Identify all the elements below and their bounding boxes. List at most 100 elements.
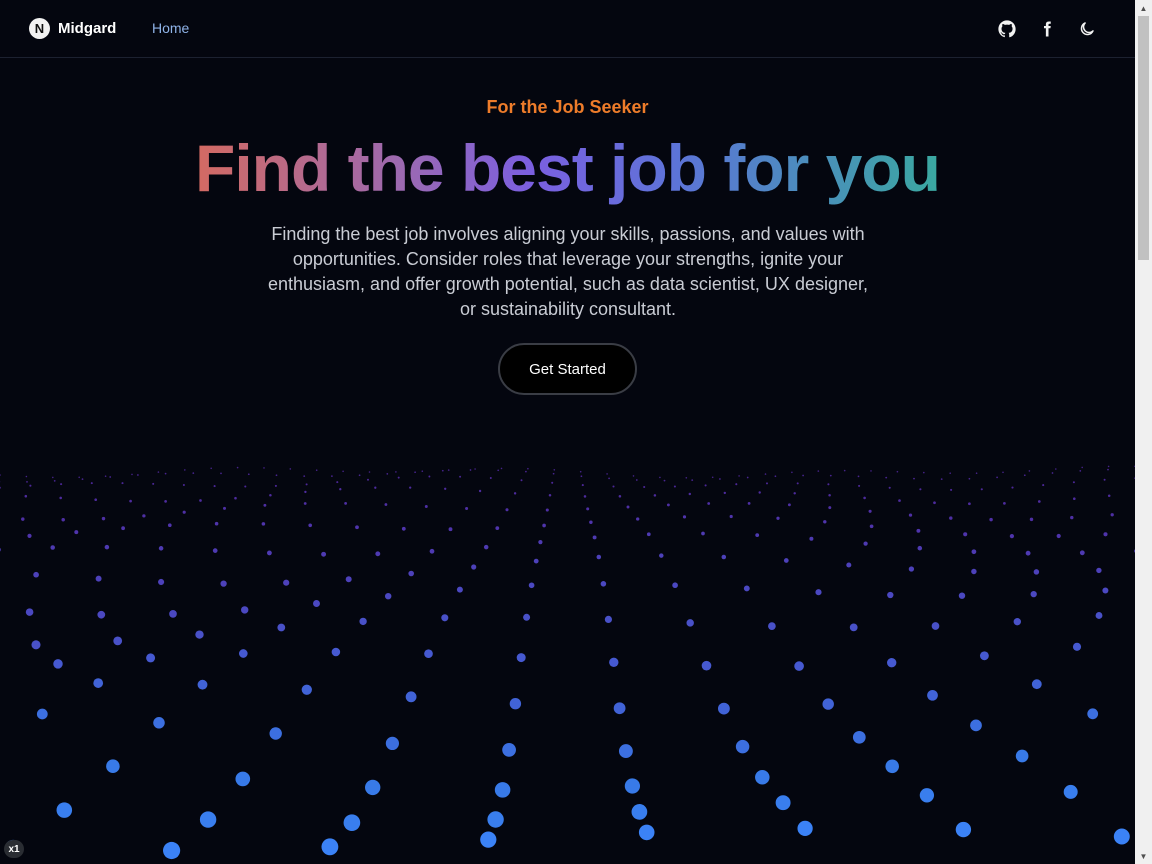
particle-dot bbox=[653, 494, 657, 497]
brand[interactable]: N Midgard bbox=[29, 18, 116, 39]
particle-dot bbox=[263, 467, 265, 469]
particle-dot bbox=[131, 473, 133, 476]
particle-dot bbox=[97, 610, 106, 619]
particle-dot bbox=[1029, 517, 1034, 522]
particle-dot bbox=[968, 502, 971, 506]
particle-dot bbox=[414, 471, 416, 474]
particle-dot bbox=[21, 517, 25, 521]
particle-dot bbox=[609, 657, 619, 667]
particle-dot bbox=[822, 698, 834, 710]
particle-dot bbox=[776, 516, 780, 520]
particle-dot bbox=[401, 526, 406, 531]
particle-dot bbox=[796, 482, 799, 485]
particle-dot bbox=[184, 469, 186, 471]
particle-dot bbox=[0, 474, 1, 476]
particle-dot bbox=[592, 535, 597, 540]
scroll-down-arrow-icon[interactable]: ▼ bbox=[1135, 848, 1152, 864]
particle-dot bbox=[409, 486, 412, 489]
particle-dot bbox=[459, 475, 462, 478]
particle-dot bbox=[53, 659, 63, 669]
particle-dot bbox=[1042, 484, 1045, 487]
particle-dot bbox=[888, 486, 891, 489]
particle-dot bbox=[1070, 515, 1074, 520]
particle-dot bbox=[1095, 612, 1103, 619]
scrollbar[interactable]: ▲ ▼ bbox=[1135, 0, 1152, 864]
particle-dot bbox=[157, 471, 160, 473]
particle-dot bbox=[765, 482, 769, 485]
particle-dot bbox=[355, 525, 359, 530]
particle-dot bbox=[931, 622, 940, 630]
particle-dot bbox=[1107, 468, 1109, 471]
particle-dot bbox=[548, 494, 552, 497]
particle-dot bbox=[949, 516, 953, 520]
particle-dot bbox=[971, 549, 977, 555]
particle-dot bbox=[478, 489, 482, 493]
particle-dot bbox=[277, 623, 286, 632]
particle-dot bbox=[955, 821, 972, 838]
particle-dot bbox=[304, 490, 307, 494]
particle-dot bbox=[1103, 532, 1108, 537]
particle-dot bbox=[817, 470, 820, 472]
particle-dot bbox=[397, 476, 400, 479]
particle-dot bbox=[643, 485, 646, 489]
particle-dot bbox=[583, 495, 587, 498]
nav-link-home[interactable]: Home bbox=[152, 20, 189, 36]
particle-dot bbox=[774, 475, 777, 478]
particle-dot bbox=[345, 576, 352, 583]
particle-dot bbox=[210, 467, 212, 470]
particle-dot bbox=[606, 473, 608, 475]
particle-dot bbox=[163, 841, 181, 860]
particle-dot bbox=[424, 505, 428, 508]
particle-dot bbox=[635, 479, 638, 481]
particle-dot bbox=[94, 498, 98, 502]
particle-dot bbox=[93, 678, 104, 688]
particle-dot bbox=[764, 473, 767, 475]
particle-dot bbox=[552, 472, 555, 475]
github-icon[interactable] bbox=[997, 19, 1017, 39]
particle-dot bbox=[887, 591, 894, 599]
particle-dot bbox=[164, 472, 167, 475]
particle-dot bbox=[618, 495, 622, 498]
particle-dot bbox=[375, 551, 381, 557]
particle-dot bbox=[797, 820, 813, 837]
particle-dot bbox=[497, 469, 500, 472]
particle-dot bbox=[701, 531, 705, 536]
get-started-button[interactable]: Get Started bbox=[498, 343, 637, 395]
scroll-up-arrow-icon[interactable]: ▲ bbox=[1135, 0, 1152, 16]
particle-dot bbox=[857, 475, 860, 478]
particle-dot bbox=[1013, 618, 1021, 626]
particle-dot bbox=[755, 770, 770, 785]
moon-icon[interactable] bbox=[1077, 19, 1097, 39]
particle-dot bbox=[244, 485, 247, 488]
particle-dot bbox=[673, 485, 676, 488]
particle-dot bbox=[261, 522, 266, 526]
particle-dot bbox=[738, 475, 740, 477]
particle-dot bbox=[1051, 472, 1054, 474]
particle-dot bbox=[908, 566, 915, 572]
particle-dot bbox=[500, 467, 503, 470]
particle-dot bbox=[802, 474, 804, 477]
particle-dot bbox=[505, 508, 509, 512]
particle-dot bbox=[489, 477, 492, 479]
particle-dot bbox=[688, 492, 692, 496]
scroll-thumb[interactable] bbox=[1138, 16, 1149, 260]
particle-dot bbox=[441, 469, 444, 472]
particle-dot bbox=[1009, 534, 1015, 539]
particle-dot bbox=[480, 831, 497, 848]
logo-mark: N bbox=[29, 18, 50, 39]
facebook-icon[interactable] bbox=[1037, 19, 1057, 39]
particle-dot bbox=[828, 493, 831, 497]
particle-dot bbox=[0, 547, 1, 552]
particle-dot bbox=[487, 811, 504, 828]
particle-dot bbox=[933, 501, 936, 505]
particle-dot bbox=[121, 482, 124, 485]
particle-dot bbox=[321, 838, 339, 856]
particle-dot bbox=[444, 487, 447, 490]
particle-dot bbox=[1072, 481, 1075, 484]
particle-dot bbox=[927, 689, 938, 701]
particle-dot bbox=[608, 477, 610, 480]
particle-dot bbox=[469, 469, 472, 471]
particle-dot bbox=[1103, 478, 1106, 481]
particle-dot bbox=[301, 684, 312, 695]
particle-dot bbox=[885, 759, 899, 774]
